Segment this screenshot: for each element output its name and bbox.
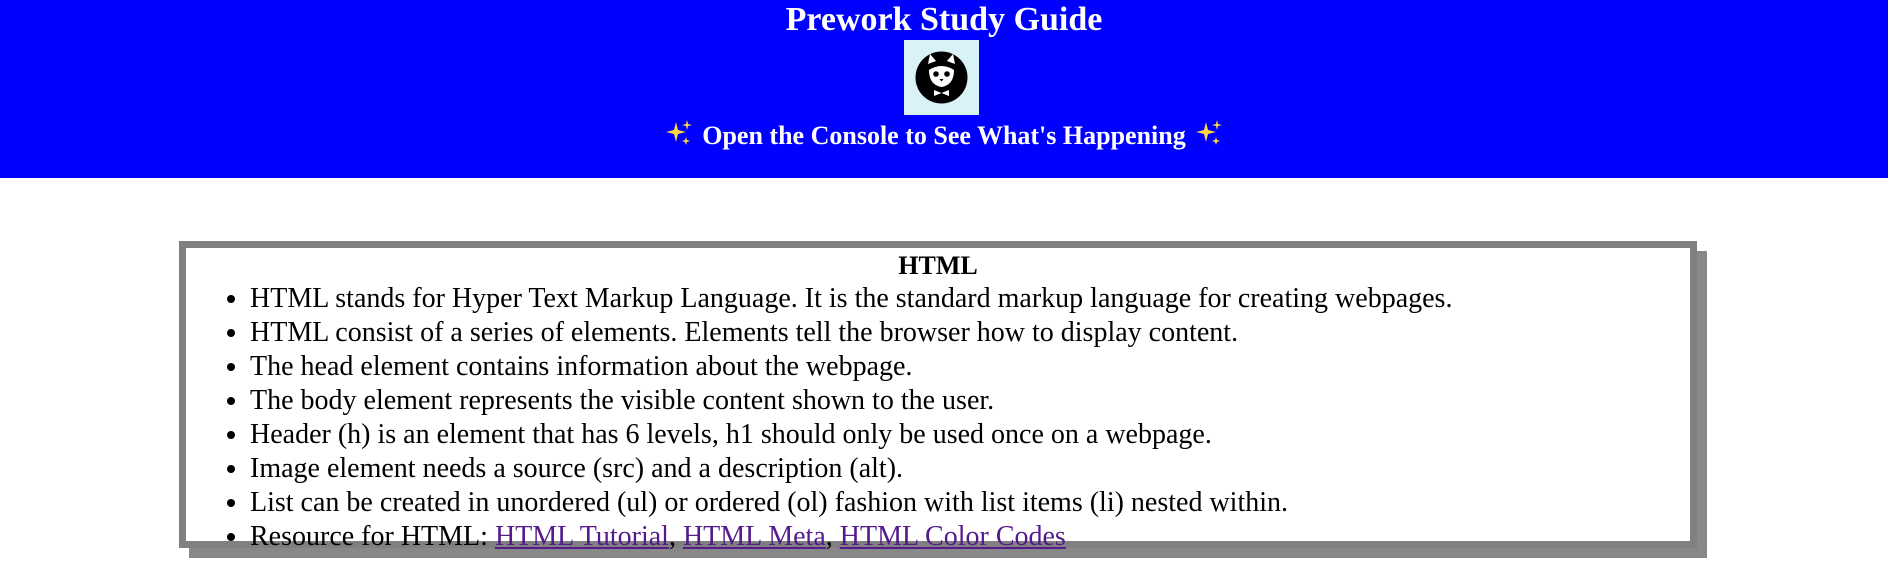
list-item: HTML consist of a series of elements. El…	[250, 316, 1690, 350]
link-separator: ,	[825, 521, 840, 552]
list-item: Image element needs a source (src) and a…	[250, 452, 1690, 486]
subtitle: Open the Console to See What's Happening	[0, 118, 1888, 153]
card-title: HTML	[898, 251, 978, 280]
list-item: The body element represents the visible …	[250, 384, 1690, 418]
logo	[904, 40, 979, 115]
html-notes-list: HTML stands for Hyper Text Markup Langua…	[186, 282, 1690, 554]
page-title: Prework Study Guide	[785, 1, 1103, 38]
list-item: The head element contains information ab…	[250, 350, 1690, 384]
html-card: HTML HTML stands for Hyper Text Markup L…	[179, 241, 1697, 552]
page-header: Prework Study Guide Open the Console to …	[0, 0, 1888, 178]
html-color-codes-link[interactable]: HTML Color Codes	[840, 521, 1066, 552]
html-tutorial-link[interactable]: HTML Tutorial	[495, 521, 669, 552]
sparkles-icon	[666, 120, 693, 145]
list-item: HTML stands for Hyper Text Markup Langua…	[250, 282, 1690, 316]
html-meta-link[interactable]: HTML Meta	[683, 521, 826, 552]
subtitle-text: Open the Console to See What's Happening	[702, 121, 1186, 150]
sparkles-icon	[1195, 120, 1222, 145]
resource-list-item: Resource for HTML: HTML Tutorial, HTML M…	[250, 520, 1690, 554]
cat-avatar-icon	[915, 51, 968, 104]
list-item: List can be created in unordered (ul) or…	[250, 486, 1690, 520]
list-item: Header (h) is an element that has 6 leve…	[250, 418, 1690, 452]
resource-prefix: Resource for HTML:	[250, 521, 495, 552]
link-separator: ,	[668, 521, 683, 552]
